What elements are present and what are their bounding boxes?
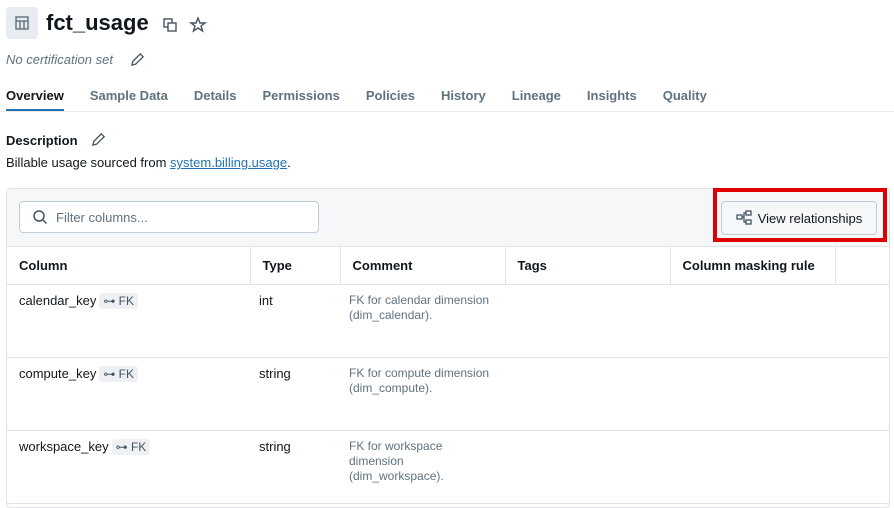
fk-badge: ⊶ FK (99, 365, 139, 382)
header-tags[interactable]: Tags (505, 247, 671, 285)
certification-status: No certification set (6, 52, 113, 67)
header-extra (835, 247, 889, 285)
tab-policies[interactable]: Policies (366, 88, 415, 112)
header-masking[interactable]: Column masking rule (670, 247, 836, 285)
column-comment[interactable]: FK for compute dimension (dim_compute). (340, 357, 505, 431)
description-label: Description (6, 133, 78, 148)
tab-quality[interactable]: Quality (663, 88, 707, 112)
table-row: workspace_key ⊶ FK string FK for workspac… (7, 430, 889, 504)
key-icon: ⊶ (103, 366, 119, 381)
column-tags[interactable] (505, 284, 670, 358)
column-name[interactable]: compute_key (19, 366, 96, 381)
copy-icon[interactable] (162, 17, 178, 38)
page-title: fct_usage (46, 10, 149, 35)
column-name[interactable]: workspace_key (19, 439, 109, 454)
tab-details[interactable]: Details (194, 88, 237, 112)
column-comment[interactable]: FK for calendar dimension (dim_calendar). (340, 284, 505, 358)
table-row: compute_key ⊶ FK string FK for compute di… (7, 357, 889, 431)
search-icon (33, 210, 48, 225)
table-icon (6, 7, 38, 39)
highlight-box (713, 188, 887, 242)
column-type: string (250, 357, 340, 431)
column-type: int (250, 284, 340, 358)
edit-certification-icon[interactable] (130, 52, 145, 72)
tab-insights[interactable]: Insights (587, 88, 637, 112)
fk-badge: ⊶ FK (111, 438, 151, 455)
column-masking[interactable] (670, 357, 835, 431)
key-icon: ⊶ (103, 293, 119, 308)
source-table-link[interactable]: system.billing.usage (170, 155, 287, 170)
star-icon[interactable] (188, 16, 208, 39)
header-column[interactable]: Column (7, 247, 251, 285)
table-row: calendar_key ⊶ FK int FK for calendar dim… (7, 284, 889, 358)
tab-permissions[interactable]: Permissions (263, 88, 340, 112)
header-type[interactable]: Type (250, 247, 341, 285)
header-comment[interactable]: Comment (340, 247, 506, 285)
tab-overview[interactable]: Overview (6, 88, 64, 112)
tab-lineage[interactable]: Lineage (512, 88, 561, 112)
column-type: string (250, 430, 340, 504)
column-name[interactable]: calendar_key (19, 293, 96, 308)
column-masking[interactable] (670, 284, 835, 358)
tab-sample-data[interactable]: Sample Data (90, 88, 168, 112)
column-tags[interactable] (505, 430, 670, 504)
column-tags[interactable] (505, 357, 670, 431)
fk-badge: ⊶ FK (99, 292, 139, 309)
tab-divider (0, 111, 894, 112)
filter-columns-input[interactable]: Filter columns... (19, 201, 319, 233)
tab-history[interactable]: History (441, 88, 486, 112)
table-header: Column Type Comment Tags Column masking … (7, 247, 889, 285)
column-masking[interactable] (670, 430, 835, 504)
tab-bar: Overview Sample Data Details Permissions… (6, 88, 707, 112)
key-icon: ⊶ (115, 439, 131, 454)
description-text: Billable usage sourced from system.billi… (6, 155, 291, 170)
column-comment[interactable]: FK for workspace dimension (dim_workspace)… (340, 430, 505, 504)
edit-description-icon[interactable] (91, 132, 106, 152)
columns-table: Column Type Comment Tags Column masking … (7, 247, 889, 504)
